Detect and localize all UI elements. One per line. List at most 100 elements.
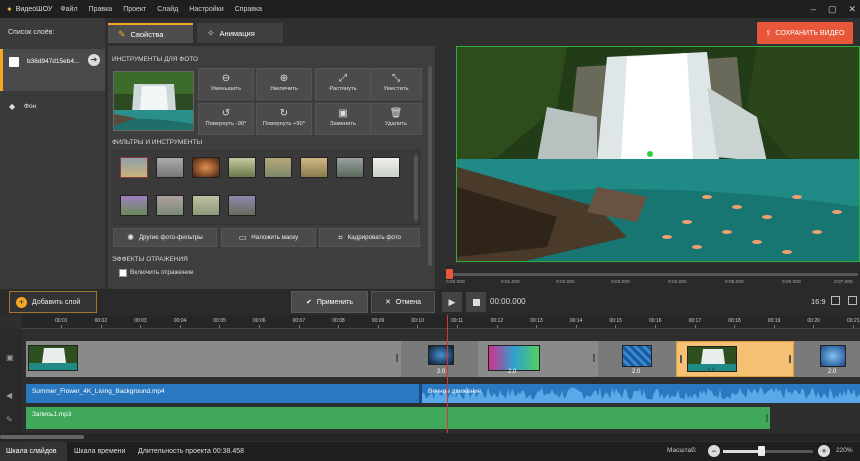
filter-thumb[interactable] (228, 157, 256, 178)
trash-icon: 🗑 (389, 108, 403, 119)
image-icon (9, 57, 19, 67)
maximize-icon[interactable]: ▢ (828, 4, 837, 15)
fullscreen-icon[interactable] (831, 296, 840, 305)
apply-button[interactable]: ✔ Применить (291, 291, 368, 313)
filter-thumb[interactable] (156, 157, 184, 178)
slide-resize-handle[interactable] (789, 355, 791, 363)
stop-button[interactable] (466, 292, 486, 312)
button-label: Другие фото-фильтры (138, 234, 203, 241)
action-bar: + Добавить слой ✔ Применить ✕ Отмена ▶ 0… (0, 289, 860, 315)
slide-item-selected[interactable]: 2.0 (676, 341, 794, 377)
zoom-in-button[interactable]: ⊕ Увеличить (256, 68, 312, 100)
filter-thumb[interactable] (120, 157, 148, 178)
ruler-tick-label: 00:12 (490, 318, 504, 324)
seek-knob[interactable] (446, 269, 453, 279)
audio-clip-divider (419, 384, 422, 403)
filter-thumb[interactable] (228, 195, 256, 216)
minimize-icon[interactable]: – (811, 4, 816, 14)
ruler-tick-label: 00:01 (55, 318, 68, 324)
replace-button[interactable]: ▣ Заменить (315, 103, 371, 135)
rotate-left-button[interactable]: ↺ Повернуть -90° (198, 103, 254, 135)
ruler-tick (417, 325, 419, 328)
add-layer-button[interactable]: + Добавить слой (9, 291, 97, 313)
zoom-slider-knob[interactable] (757, 446, 765, 456)
menu-file[interactable]: Файл (60, 6, 77, 13)
fit-button[interactable]: ⤡ Уместить (370, 68, 422, 100)
ruler-tick (773, 325, 775, 328)
preview-seekbar[interactable]: 0:00.000 0:01.000 0:02.000 0:03.000 0:04… (446, 265, 860, 289)
slide-resize-handle[interactable] (593, 354, 595, 362)
menu-project[interactable]: Проект (123, 6, 146, 13)
filter-thumb[interactable] (192, 195, 220, 216)
layer-item-label: b36d947d15eb4... (27, 58, 80, 65)
button-label: Наложить маску (251, 234, 299, 241)
tab-animation[interactable]: ✧ Анимация (197, 23, 283, 43)
tab-properties[interactable]: ✎ Свойства (108, 23, 193, 43)
ruler-tick (734, 325, 736, 328)
layer-item-background[interactable]: ◆ Фон (0, 98, 105, 116)
audio-track-video-sound[interactable]: Summer_Flower_4K_Living_Background.mp4 В… (26, 384, 860, 403)
slide-item[interactable]: 2.0 (401, 341, 478, 377)
zoom-out-button[interactable]: ⊖ Уменьшить (198, 68, 254, 100)
animation-icon: ✧ (207, 27, 215, 38)
audio-track-recording[interactable]: Запись1.mp3 (26, 407, 770, 429)
slide-item[interactable] (26, 341, 401, 377)
zoom-in-icon[interactable]: + (818, 445, 830, 457)
menu-settings[interactable]: Настройки (189, 6, 223, 13)
rotate-right-button[interactable]: ↻ Повернуть +90° (256, 103, 312, 135)
slide-duration: 2.0 (828, 369, 837, 375)
ruler-tick (338, 325, 340, 328)
arrow-right-icon[interactable]: ➔ (88, 54, 100, 66)
slide-item[interactable]: 2.0 (794, 341, 860, 377)
tab-slide-scale[interactable]: Шкала слайдов (0, 442, 67, 461)
photo-tools-title: ИНСТРУМЕНТЫ ДЛЯ ФОТО (112, 56, 199, 63)
close-icon[interactable]: ✕ (848, 4, 856, 15)
slide-resize-handle[interactable] (680, 355, 682, 363)
slide-item[interactable]: 2.0 (598, 341, 676, 377)
button-label: Добавить слой (32, 298, 81, 306)
timeline-ruler[interactable]: 00:01 00:02 00:03 00:04 00:05 00:06 00:07 00:08… (22, 315, 860, 329)
menu-help[interactable]: Справка (235, 6, 262, 13)
filter-thumb[interactable] (120, 195, 148, 216)
button-label: Увеличить (270, 86, 298, 92)
delete-button[interactable]: 🗑 Удалить (370, 103, 422, 135)
apply-mask-button[interactable]: ▭ Наложить маску (221, 228, 316, 247)
aspect-ratio-selector[interactable]: 16:9 (811, 297, 826, 306)
filter-thumb[interactable] (156, 195, 184, 216)
cancel-button[interactable]: ✕ Отмена (371, 291, 435, 313)
menu-edit[interactable]: Правка (89, 6, 113, 13)
crop-icon: ⌗ (338, 232, 343, 242)
expand-icon[interactable] (848, 296, 857, 305)
filter-thumb[interactable] (264, 157, 292, 178)
video-preview[interactable] (456, 46, 860, 262)
save-video-button[interactable]: ⇪ СОХРАНИТЬ ВИДЕО (757, 22, 853, 44)
ruler-tick-label: 00:08 (332, 318, 345, 324)
crop-photo-button[interactable]: ⌗ Кадрировать фото (319, 228, 420, 247)
layer-item-image[interactable]: b36d947d15eb4... ➔ (0, 49, 105, 91)
tab-time-scale[interactable]: Шкала времени (68, 442, 133, 461)
zoom-value: 220% (836, 447, 853, 454)
slide-duration: 2.0 (707, 368, 716, 374)
zoom-out-icon[interactable]: − (708, 445, 720, 457)
other-filters-button[interactable]: ✺ Другие фото-фильтры (113, 228, 217, 247)
timeline-scrollbar[interactable] (0, 433, 860, 441)
stretch-button[interactable]: ⤢ Растянуть (315, 68, 371, 100)
audio-resize-handle[interactable] (766, 414, 768, 422)
play-button[interactable]: ▶ (442, 292, 462, 312)
filter-thumb[interactable] (300, 157, 328, 178)
timeline-playhead[interactable] (447, 315, 448, 433)
preview-image (457, 47, 859, 261)
filter-thumb[interactable] (336, 157, 364, 178)
filter-scrollbar[interactable] (414, 155, 418, 221)
menu-slide[interactable]: Слайд (157, 6, 178, 13)
ruler-tick-label: 00:21 (847, 318, 860, 324)
scroll-thumb[interactable] (0, 435, 84, 439)
properties-scrollbar[interactable] (428, 66, 432, 266)
filter-thumb[interactable] (372, 157, 400, 178)
photo-thumbnail (113, 71, 194, 131)
slide-item[interactable]: 2.0 (478, 341, 598, 377)
reflection-checkbox[interactable] (119, 269, 127, 277)
filter-thumb[interactable] (192, 157, 220, 178)
seek-track[interactable] (450, 273, 858, 276)
slide-resize-handle[interactable] (396, 354, 398, 362)
